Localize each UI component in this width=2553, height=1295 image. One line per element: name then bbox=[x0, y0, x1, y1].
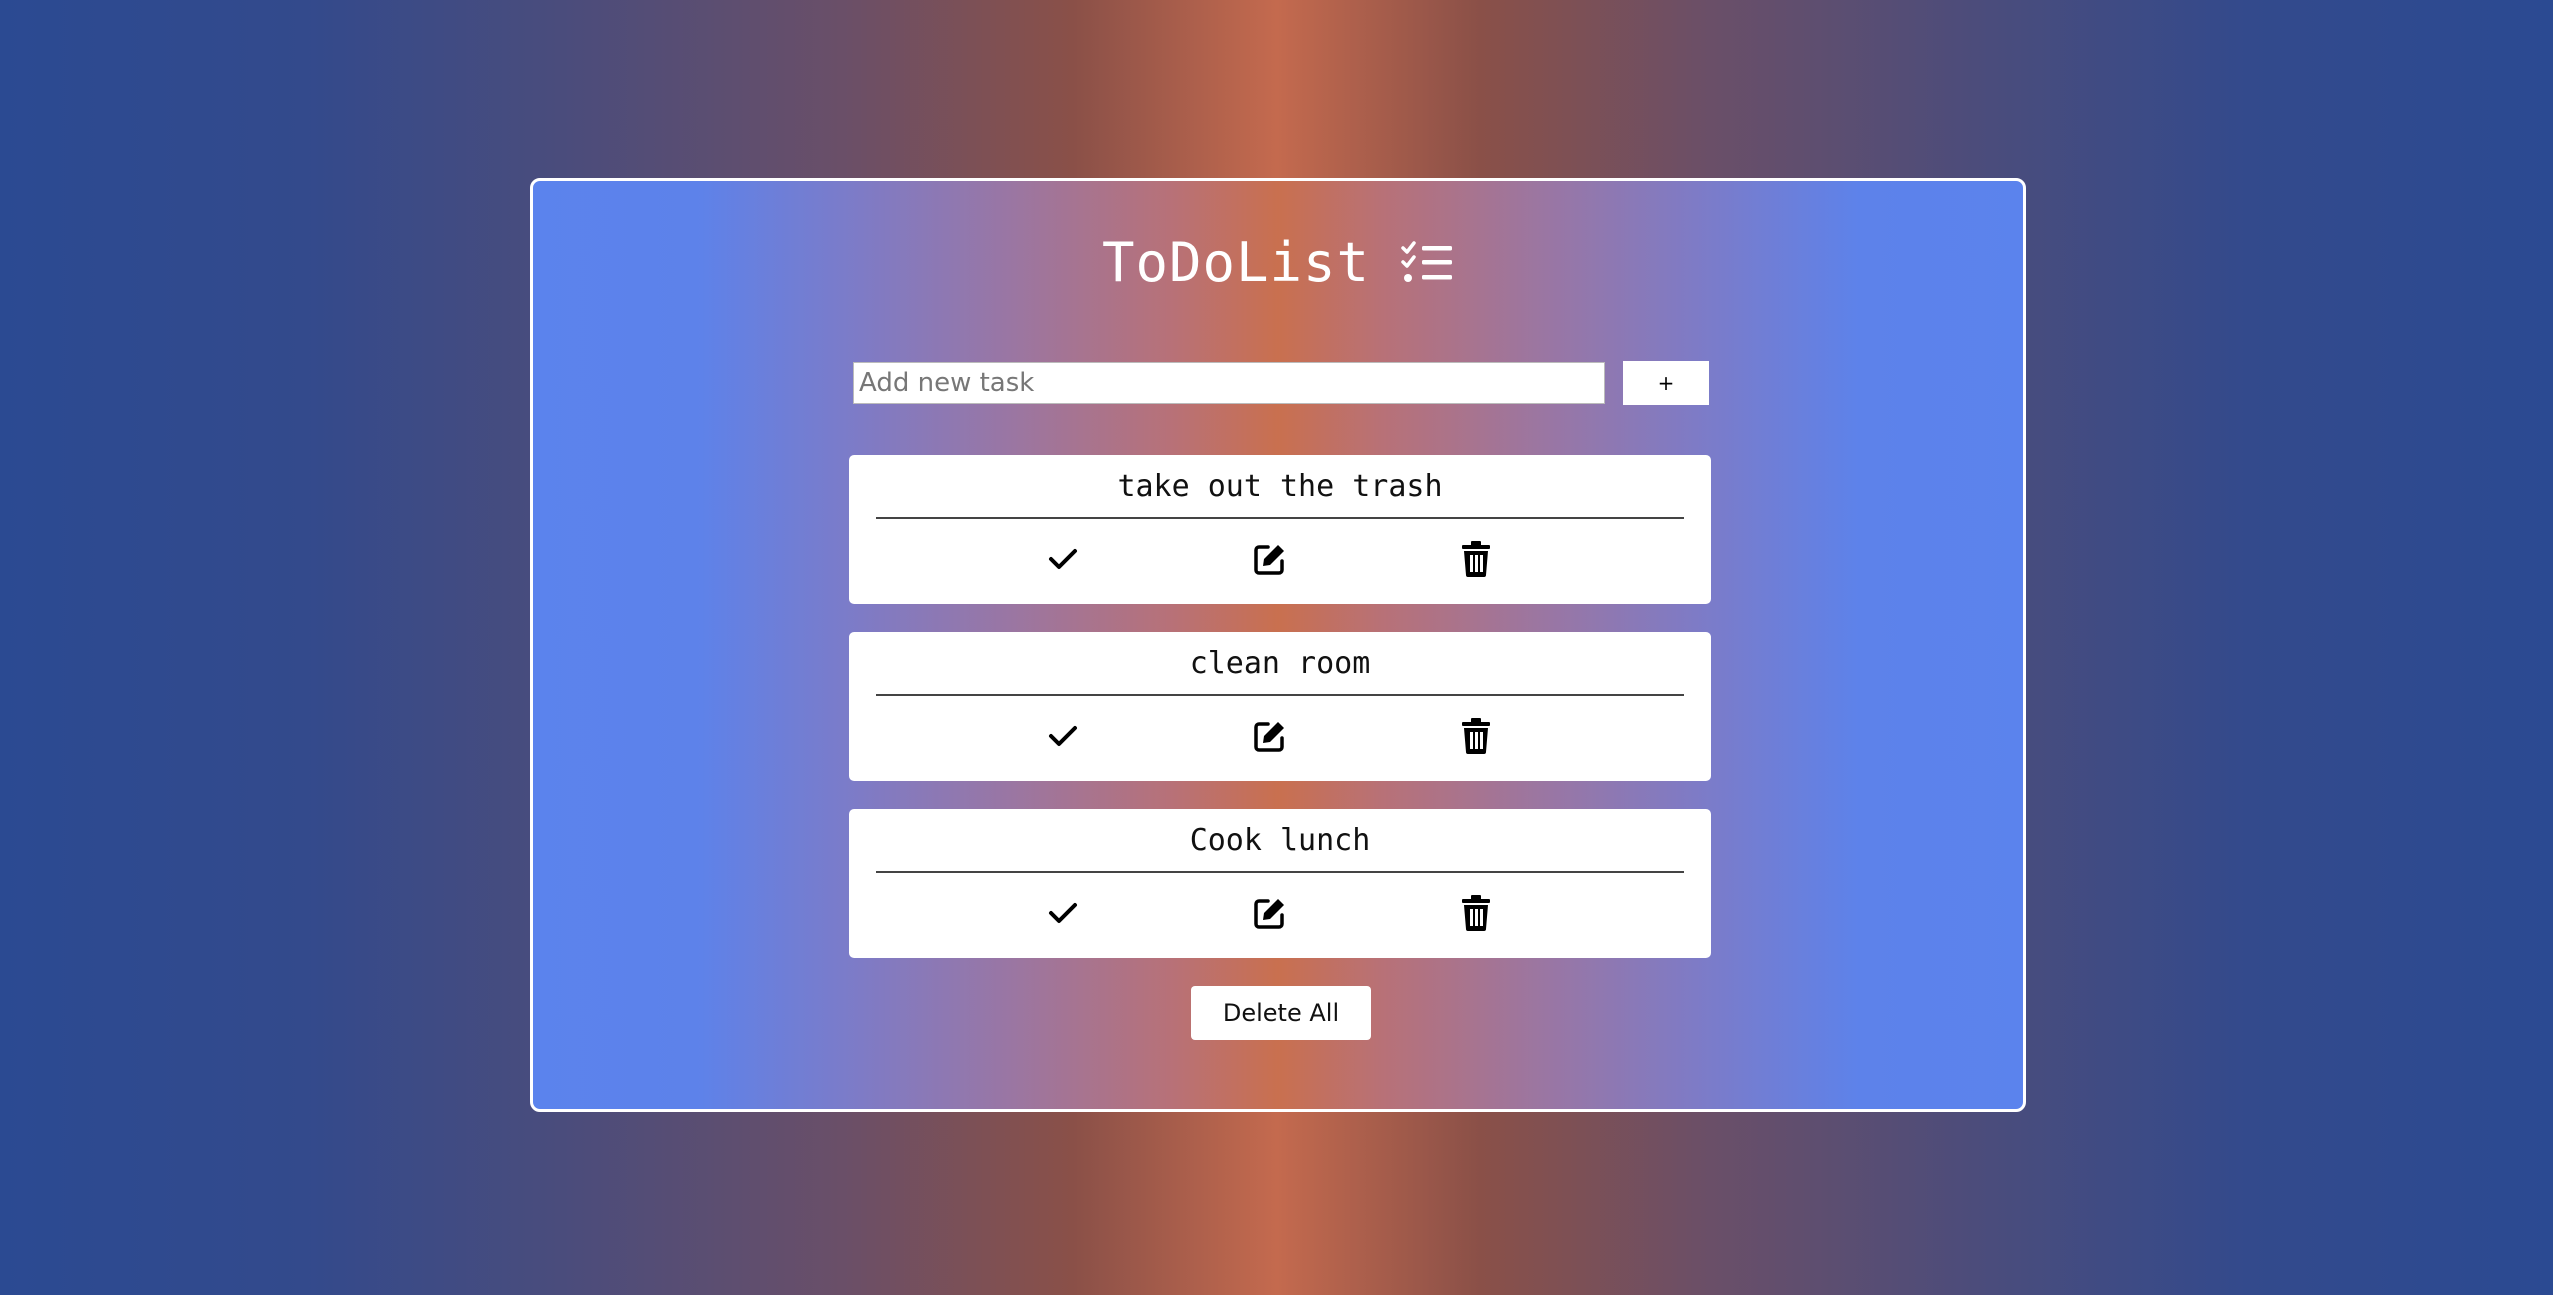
trash-icon[interactable] bbox=[1456, 539, 1496, 579]
task-actions bbox=[849, 716, 1711, 756]
task-list: take out the trash clean room Cook lunch bbox=[849, 455, 1711, 986]
check-icon[interactable] bbox=[1043, 716, 1083, 756]
task-actions bbox=[849, 539, 1711, 579]
task-text: take out the trash bbox=[1117, 469, 1443, 504]
new-task-form: + bbox=[853, 361, 1709, 405]
delete-all-button[interactable]: Delete All bbox=[1191, 986, 1371, 1040]
task-actions bbox=[849, 893, 1711, 933]
task-item: Cook lunch bbox=[849, 809, 1711, 958]
check-icon[interactable] bbox=[1043, 893, 1083, 933]
trash-icon[interactable] bbox=[1456, 716, 1496, 756]
task-divider bbox=[876, 694, 1684, 696]
add-task-button[interactable]: + bbox=[1623, 361, 1709, 405]
todo-app-card: ToDoList + take out the trash bbox=[530, 178, 2026, 1112]
edit-icon[interactable] bbox=[1250, 893, 1290, 933]
task-text: clean room bbox=[1189, 646, 1371, 681]
task-item: clean room bbox=[849, 632, 1711, 781]
task-divider bbox=[876, 871, 1684, 873]
task-text: Cook lunch bbox=[1189, 823, 1371, 858]
header: ToDoList bbox=[533, 231, 2023, 294]
task-item: take out the trash bbox=[849, 455, 1711, 604]
app-title: ToDoList bbox=[1101, 231, 1371, 294]
trash-icon[interactable] bbox=[1456, 893, 1496, 933]
task-divider bbox=[876, 517, 1684, 519]
checklist-icon bbox=[1400, 240, 1454, 286]
edit-icon[interactable] bbox=[1250, 716, 1290, 756]
check-icon[interactable] bbox=[1043, 539, 1083, 579]
edit-icon[interactable] bbox=[1250, 539, 1290, 579]
new-task-input[interactable] bbox=[853, 362, 1605, 404]
